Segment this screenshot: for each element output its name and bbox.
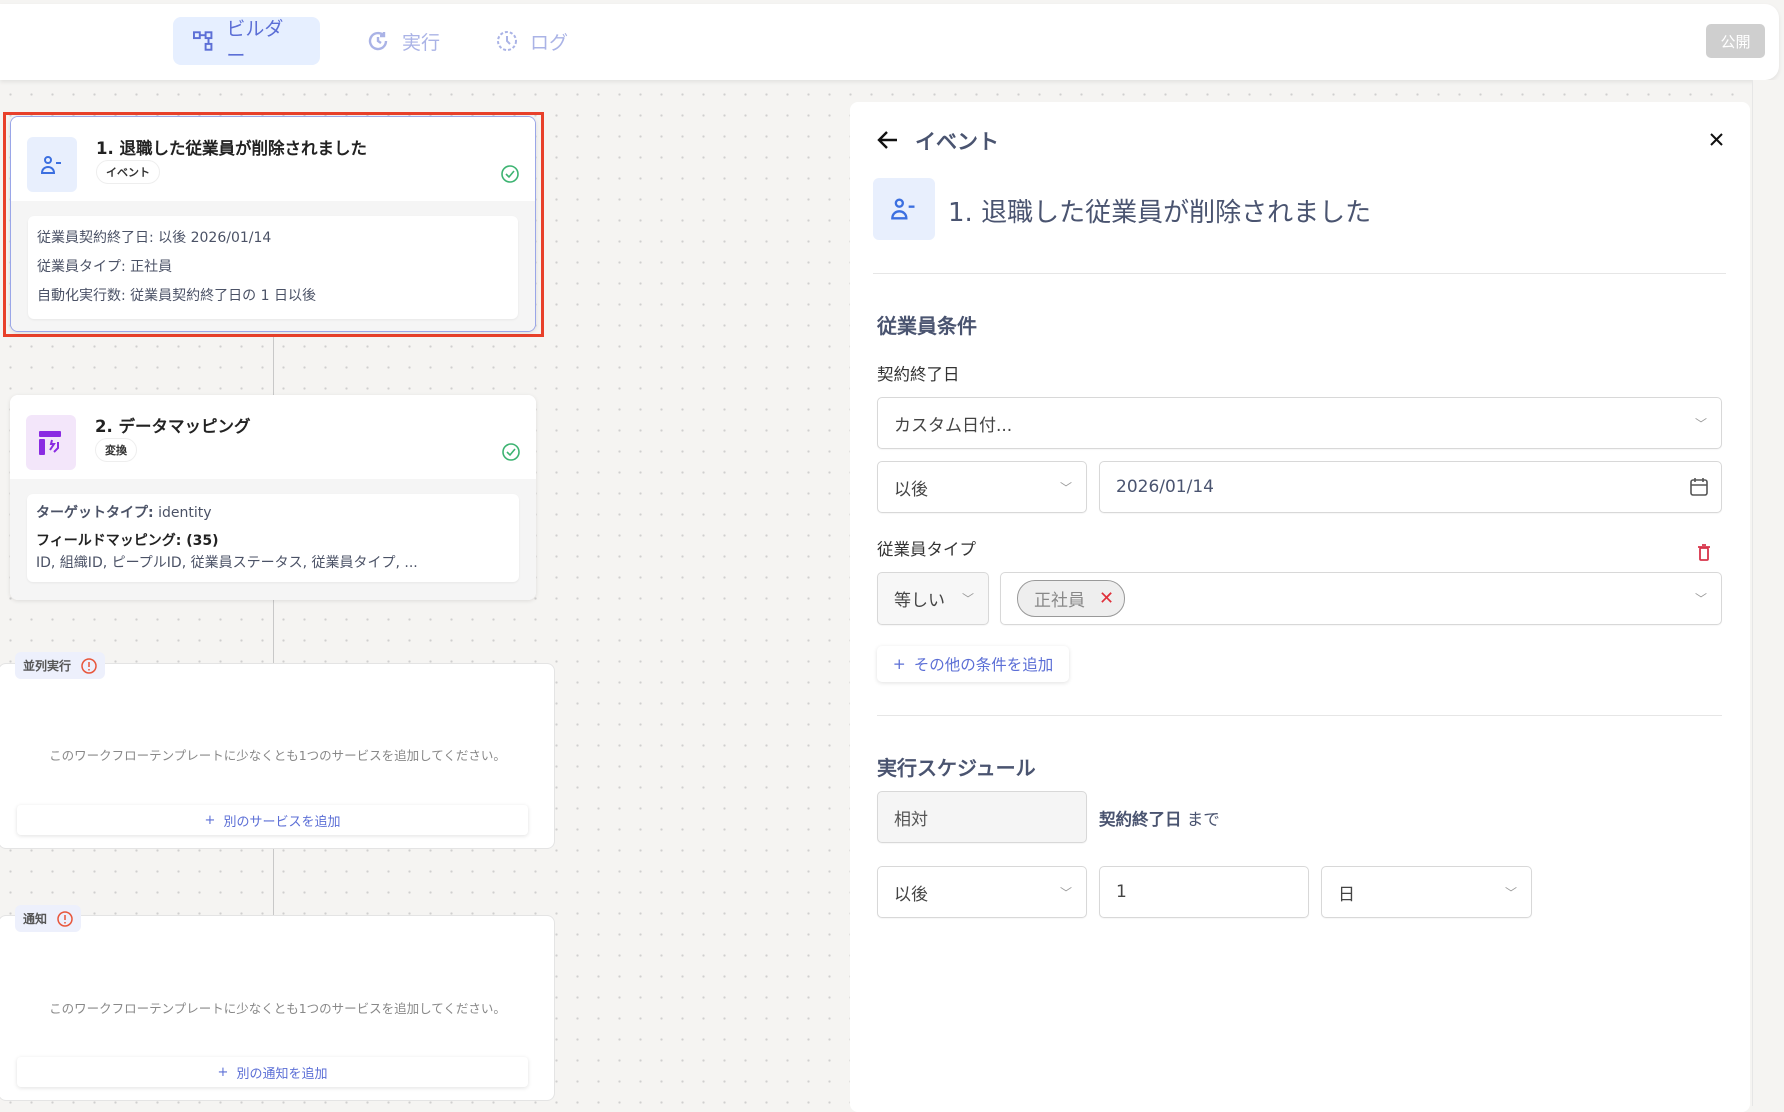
panel-title: イベント (915, 130, 999, 154)
plus-icon: + (217, 1064, 229, 1080)
plus-icon: + (892, 655, 906, 673)
user-remove-icon (27, 137, 77, 192)
tab-logs[interactable]: ログ (476, 17, 588, 65)
divider (873, 273, 1726, 274)
remove-chip-icon[interactable]: ✕ (1099, 588, 1114, 609)
tab-builder[interactable]: ビルダー (173, 17, 320, 67)
user-remove-icon (873, 178, 935, 240)
check-circle-icon (501, 165, 519, 183)
connector (273, 849, 274, 915)
type-operator-select[interactable]: 等しい ﹀ (877, 572, 989, 625)
schedule-mode-field[interactable]: 相対 (877, 791, 1087, 843)
calendar-icon[interactable] (1689, 477, 1709, 497)
add-notification-button[interactable]: + 別の通知を追加 (17, 1057, 528, 1087)
summary-line: 自動化実行数: 従業員契約終了日の 1 日以後 (37, 288, 316, 304)
end-date-label: 契約終了日 (877, 365, 960, 384)
notification-label: 通知 (15, 905, 82, 932)
tab-runs[interactable]: 実行 (346, 17, 460, 65)
top-bar: ビルダー 実行 ログ 公開 (0, 4, 1779, 80)
trash-icon[interactable] (1697, 544, 1711, 561)
clock-icon (497, 31, 517, 51)
parallel-label: 並列実行 (15, 652, 106, 679)
schedule-heading: 実行スケジュール (877, 756, 1036, 780)
plus-icon: + (204, 812, 216, 828)
scrollbar[interactable] (1752, 80, 1784, 1106)
empty-message: このワークフローテンプレートに少なくとも1つのサービスを追加してください。 (49, 1001, 506, 1016)
warning-icon (81, 657, 97, 674)
step-title: 2. データマッピング (95, 417, 251, 436)
date-operator-select[interactable]: 以後 ﹀ (877, 461, 1087, 513)
step-card-mapping[interactable]: 2. データマッピング 変換 ターゲットタイプ: identity フィールドマ… (10, 395, 536, 600)
schedule-reference: 契約終了日 まで (1099, 806, 1220, 830)
date-mode-select[interactable]: カスタム日付... ﹀ (877, 397, 1722, 449)
schedule-unit-select[interactable]: 日 ﹀ (1321, 866, 1532, 918)
chevron-down-icon: ﹀ (961, 592, 974, 606)
target-type-value: identity (158, 505, 212, 521)
summary-line: 従業員タイプ: 正社員 (37, 259, 173, 275)
employee-type-label: 従業員タイプ (877, 540, 976, 559)
schedule-direction-select[interactable]: 以後 ﹀ (877, 866, 1087, 918)
check-circle-icon (502, 443, 520, 461)
connector (273, 600, 274, 663)
reference-field: 契約終了日 (1099, 810, 1182, 829)
value-chip: 正社員 ✕ (1017, 580, 1126, 617)
chevron-down-icon: ﹀ (1694, 592, 1707, 606)
add-service-button[interactable]: + 別のサービスを追加 (17, 805, 528, 835)
chevron-down-icon: ﹀ (1694, 416, 1707, 431)
mapping-icon (26, 415, 76, 470)
flow-icon (193, 31, 213, 51)
event-title: 1. 退職した従業員が削除されました (948, 198, 1372, 228)
step-summary: ターゲットタイプ: identity フィールドマッピング: (35) ID, … (27, 494, 519, 582)
warning-icon (57, 910, 73, 927)
publish-button[interactable]: 公開 (1706, 24, 1765, 58)
step-badge: 変換 (95, 438, 137, 462)
field-mapping-label: フィールドマッピング: (35) (36, 533, 219, 549)
type-values-select[interactable]: 正社員 ✕ ﹀ (1000, 572, 1722, 625)
step-summary: 従業員契約終了日: 以後 2026/01/14 従業員タイプ: 正社員 自動化実… (28, 216, 518, 319)
chevron-down-icon: ﹀ (1059, 480, 1072, 495)
reference-suffix: まで (1186, 810, 1220, 829)
chevron-down-icon: ﹀ (1504, 885, 1517, 900)
schedule-amount-input[interactable]: 1 (1099, 866, 1309, 918)
date-input[interactable]: 2026/01/14 (1099, 461, 1722, 513)
add-condition-button[interactable]: + その他の条件を追加 (877, 646, 1069, 682)
connector (273, 337, 274, 395)
chevron-down-icon: ﹀ (1059, 885, 1072, 900)
back-arrow-icon[interactable] (876, 128, 900, 152)
field-mapping-list: ID, 組織ID, ピープルID, 従業員ステータス, 従業員タイプ, ... (36, 555, 418, 571)
step-badge: イベント (96, 160, 160, 184)
step-card-event[interactable]: 1. 退職した従業員が削除されました イベント 従業員契約終了日: 以後 202… (10, 116, 536, 332)
event-panel: イベント 1. 退職した従業員が削除されました 従業員条件 契約終了日 カスタム… (850, 102, 1750, 1112)
step-title: 1. 退職した従業員が削除されました (96, 139, 367, 158)
divider (877, 715, 1722, 716)
conditions-heading: 従業員条件 (877, 314, 977, 338)
empty-message: このワークフローテンプレートに少なくとも1つのサービスを追加してください。 (49, 748, 506, 763)
history-icon (368, 31, 388, 51)
summary-line: 従業員契約終了日: 以後 2026/01/14 (37, 230, 272, 246)
target-type-label: ターゲットタイプ: (36, 505, 154, 521)
close-icon[interactable] (1709, 132, 1724, 147)
